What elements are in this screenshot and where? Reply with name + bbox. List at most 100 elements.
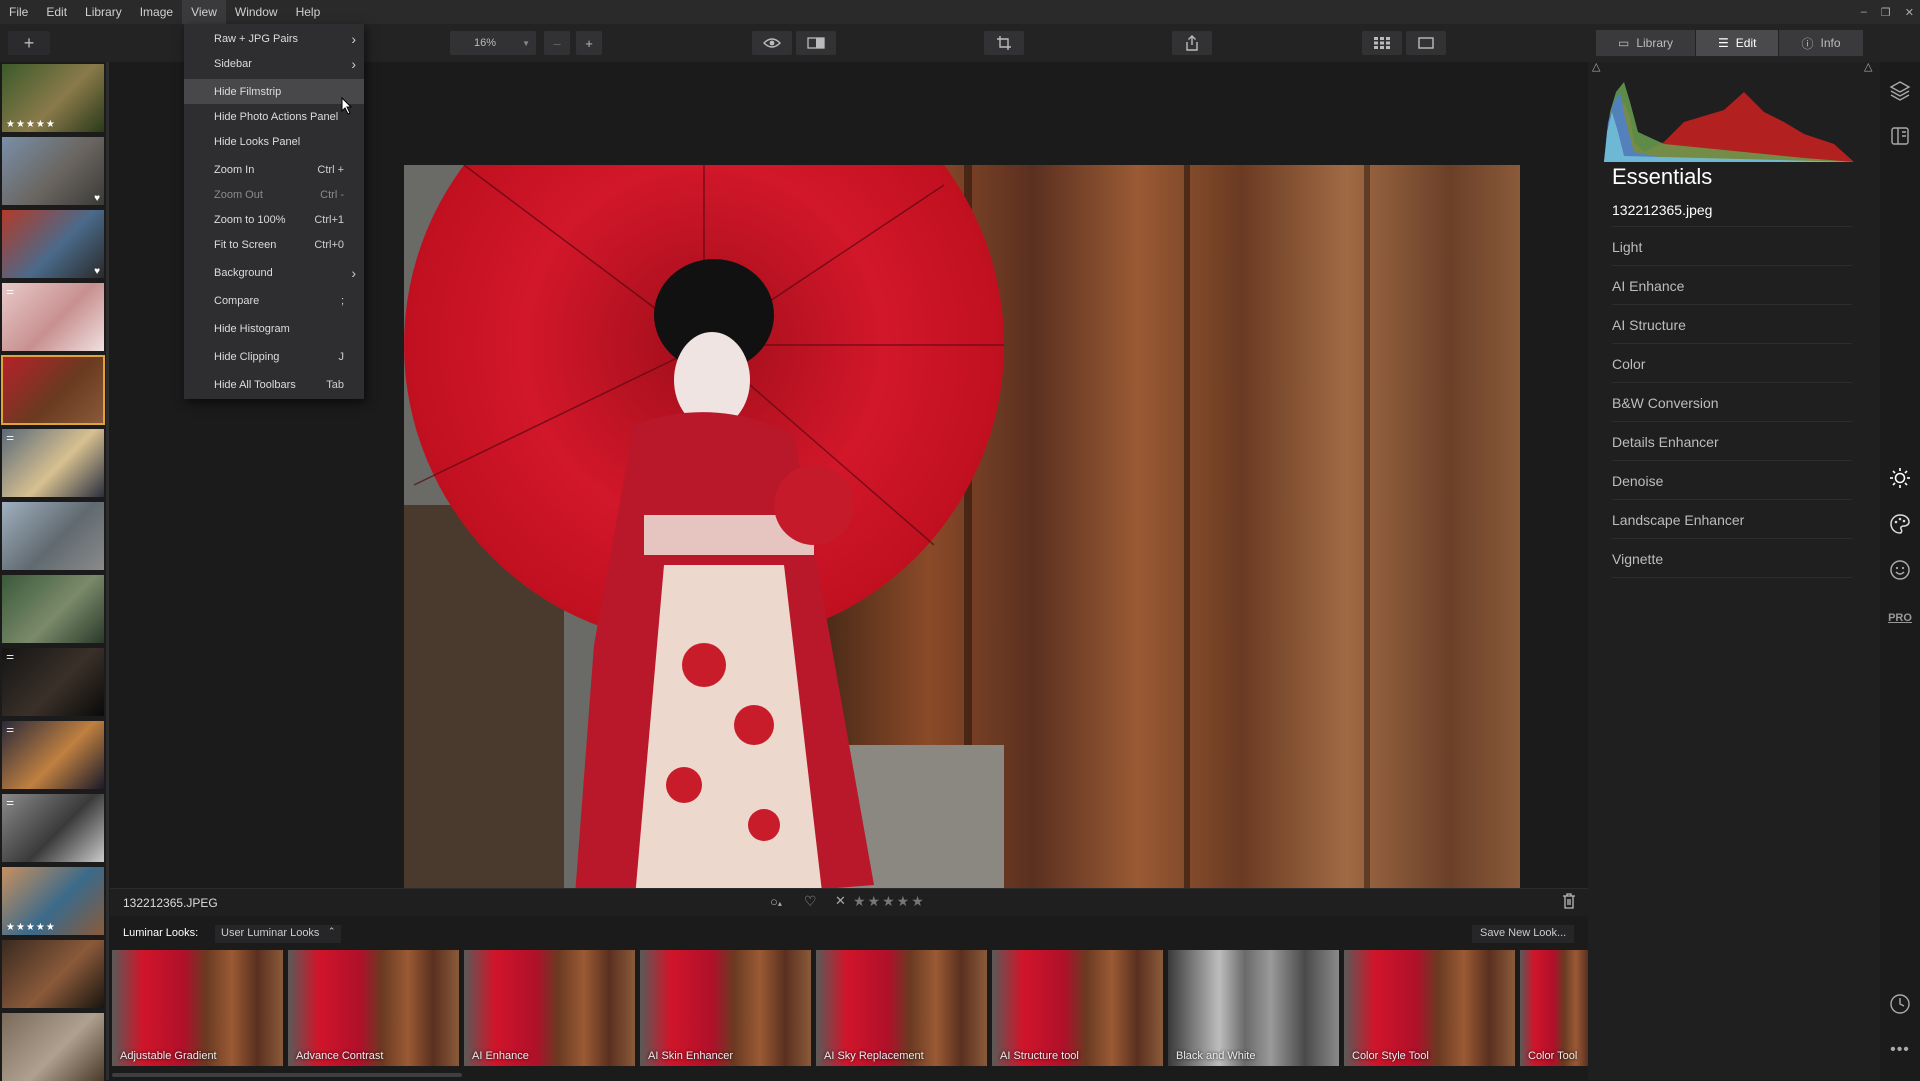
view-menu-item-zoom-out[interactable]: Zoom Out Ctrl - (184, 182, 364, 207)
look-preset[interactable]: Black and White (1168, 950, 1339, 1066)
minimize-icon[interactable]: – (1861, 6, 1867, 18)
look-preset[interactable]: Color Style Tool (1344, 950, 1515, 1066)
filmstrip-thumb[interactable] (2, 1013, 104, 1081)
menu-file[interactable]: File (0, 0, 37, 24)
filmstrip-thumb[interactable]: ★★★★★ (2, 867, 104, 935)
menu-item-label: Hide Photo Actions Panel (214, 110, 339, 123)
look-preset[interactable]: AI Structure tool (992, 950, 1163, 1066)
compare-button[interactable] (796, 31, 836, 55)
tool-ai-structure[interactable]: AI Structure (1612, 306, 1852, 344)
trash-icon[interactable] (1562, 893, 1576, 912)
tool-vignette[interactable]: Vignette (1612, 540, 1852, 578)
view-menu-item-hide-clipping[interactable]: Hide Clipping J (184, 344, 364, 369)
more-icon[interactable]: ••• (1888, 1038, 1912, 1062)
tool-color[interactable]: Color (1612, 345, 1852, 383)
share-icon (1186, 35, 1198, 51)
filmstrip-thumb[interactable] (1, 355, 105, 425)
filmstrip-thumb[interactable]: ⚌ (2, 794, 104, 862)
tool-b-w-conversion[interactable]: B&W Conversion (1612, 384, 1852, 422)
filmstrip-thumb[interactable]: ⚌ (2, 648, 104, 716)
filmstrip-scrollbar[interactable] (106, 62, 109, 1080)
grid-view-button[interactable] (1362, 31, 1402, 55)
filmstrip-thumb[interactable]: ♥ (2, 210, 104, 278)
filmstrip-thumb[interactable] (2, 575, 104, 643)
view-menu-item-hide-photo-actions-panel[interactable]: Hide Photo Actions Panel (184, 104, 364, 129)
crop-button[interactable] (984, 31, 1024, 55)
shadow-clipping-icon[interactable]: △ (1592, 60, 1600, 73)
view-menu-item-sidebar[interactable]: Sidebar › (184, 51, 364, 76)
filmstrip-thumb[interactable] (2, 940, 104, 1008)
single-view-button[interactable] (1406, 31, 1446, 55)
tab-info[interactable]: ⓘ Info (1779, 30, 1864, 56)
view-menu-item-background[interactable]: Background › (184, 260, 364, 285)
palette-icon[interactable] (1888, 512, 1912, 536)
window-controls: – ❐ ✕ (1861, 0, 1914, 24)
look-preset[interactable]: AI Skin Enhancer (640, 950, 811, 1066)
tool-details-enhancer[interactable]: Details Enhancer (1612, 423, 1852, 461)
look-preset[interactable]: Advance Contrast (288, 950, 459, 1066)
restore-icon[interactable]: ❐ (1881, 6, 1891, 19)
tab-edit[interactable]: ☰ Edit (1696, 30, 1780, 56)
menu-help[interactable]: Help (287, 0, 330, 24)
view-menu-item-hide-looks-panel[interactable]: Hide Looks Panel (184, 129, 364, 154)
heart-icon[interactable]: ♡ (804, 893, 817, 910)
view-menu-item-hide-all-toolbars[interactable]: Hide All Toolbars Tab (184, 372, 364, 397)
look-preset[interactable]: AI Sky Replacement (816, 950, 987, 1066)
canvas-icon[interactable] (1888, 124, 1912, 148)
pro-icon[interactable]: PRO (1888, 606, 1912, 630)
menu-window[interactable]: Window (226, 0, 287, 24)
menu-edit[interactable]: Edit (37, 0, 76, 24)
filmstrip-thumb[interactable]: ⚌ (2, 283, 104, 351)
reject-icon[interactable]: ✕ (835, 893, 846, 909)
looks-collection-dropdown[interactable]: User Luminar Looks ⌃ (215, 925, 342, 943)
close-icon[interactable]: ✕ (1905, 6, 1914, 19)
menu-item-label: Hide Looks Panel (214, 135, 301, 148)
view-menu-item-raw-jpg-pairs[interactable]: Raw + JPG Pairs › (184, 26, 364, 51)
layers-icon[interactable] (1888, 78, 1912, 102)
look-name: AI Skin Enhancer (648, 1050, 733, 1062)
look-preset[interactable]: AI Enhance (464, 950, 635, 1066)
looks-scrollbar[interactable] (112, 1073, 462, 1077)
highlight-clipping-icon[interactable]: △ (1864, 60, 1872, 73)
tool-denoise[interactable]: Denoise (1612, 462, 1852, 500)
filmstrip-thumb[interactable]: ★★★★★ (2, 64, 104, 132)
looks-label: Luminar Looks: (123, 927, 199, 939)
circle-flag-icon[interactable]: ○▴ (770, 894, 782, 909)
save-new-look-button[interactable]: Save New Look... (1472, 925, 1575, 943)
view-menu-item-compare[interactable]: Compare; (184, 288, 364, 313)
history-icon[interactable] (1888, 992, 1912, 1016)
tool-landscape-enhancer[interactable]: Landscape Enhancer (1612, 501, 1852, 539)
view-menu-item-hide-histogram[interactable]: Hide Histogram (184, 316, 364, 341)
view-menu-item-zoom-in[interactable]: Zoom In Ctrl + (184, 157, 364, 182)
view-menu-item-hide-filmstrip[interactable]: Hide Filmstrip (184, 79, 364, 104)
star-rating[interactable]: ★★★★★ (853, 893, 926, 910)
menu-image[interactable]: Image (131, 0, 182, 24)
face-icon[interactable] (1888, 558, 1912, 582)
zoom-in-button[interactable]: + (576, 31, 602, 55)
zoom-out-button[interactable]: – (544, 31, 570, 55)
filmstrip-thumb[interactable]: ⚌ (2, 429, 104, 497)
add-photos-button[interactable]: + (8, 31, 50, 55)
eye-icon (763, 38, 781, 48)
share-button[interactable] (1172, 31, 1212, 55)
look-preset[interactable]: Adjustable Gradient (112, 950, 283, 1066)
crop-icon (997, 36, 1011, 50)
look-name: Color Tool (1528, 1050, 1578, 1062)
thumb-rating: ★★★★★ (6, 119, 56, 130)
tab-library[interactable]: ▭ Library (1596, 30, 1697, 56)
menu-item-label: Raw + JPG Pairs (214, 32, 299, 45)
view-menu-item-zoom-to-100-[interactable]: Zoom to 100% Ctrl+1 (184, 207, 364, 232)
filmstrip-thumb[interactable]: ⚌ (2, 721, 104, 789)
sun-icon[interactable] (1888, 466, 1912, 490)
filmstrip-thumb[interactable]: ♥ (2, 137, 104, 205)
menu-library[interactable]: Library (76, 0, 131, 24)
main-photo[interactable] (404, 165, 1520, 909)
tool-ai-enhance[interactable]: AI Enhance (1612, 267, 1852, 305)
filmstrip-thumb[interactable] (2, 502, 104, 570)
preview-eye-button[interactable] (752, 31, 792, 55)
menu-item-label: Background (214, 266, 273, 279)
menu-view[interactable]: View (182, 0, 226, 24)
zoom-dropdown[interactable]: 16% ▼ (450, 31, 536, 55)
view-menu-item-fit-to-screen[interactable]: Fit to Screen Ctrl+0 (184, 232, 364, 257)
tool-light[interactable]: Light (1612, 228, 1852, 266)
